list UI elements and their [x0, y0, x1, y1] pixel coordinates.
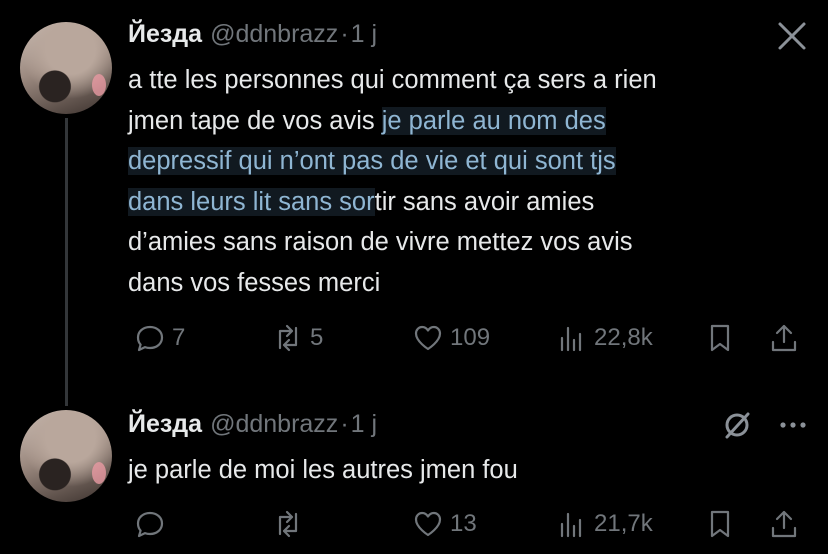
author-handle[interactable]: @ddnbrazz: [210, 20, 338, 49]
tweet-text: a tte les personnes qui comment ça sers …: [128, 60, 778, 303]
repost-icon: [278, 510, 298, 538]
tweet-text-line: jmen tape de vos avis je parle au nom de…: [128, 101, 778, 142]
tweet-time[interactable]: 1 j: [351, 410, 377, 439]
x-close-icon[interactable]: [774, 18, 810, 59]
bookmark-button[interactable]: [704, 508, 736, 540]
author-name[interactable]: Йезда: [128, 410, 202, 439]
tweet-text-line: je parle de moi les autres jmen fou: [128, 456, 518, 484]
repost-button[interactable]: 5: [272, 322, 323, 354]
views-count: 22,8k: [594, 324, 653, 351]
views-button[interactable]: 22,8k: [556, 322, 653, 354]
views-count: 21,7k: [594, 510, 653, 537]
share-button[interactable]: [768, 508, 800, 540]
bookmark-icon: [710, 510, 730, 538]
thread-line: [65, 118, 68, 406]
tweet-text-line: a tte les personnes qui comment ça sers …: [128, 66, 657, 94]
tweet-header: Йезда @ddnbrazz · 1 j: [128, 410, 377, 439]
author-handle[interactable]: @ddnbrazz: [210, 410, 338, 439]
reply-button[interactable]: [134, 508, 172, 540]
views-icon: [560, 326, 582, 352]
views-button[interactable]: 21,7k: [556, 508, 653, 540]
heart-icon: [414, 511, 442, 537]
highlighted-text: dans leurs lit sans sor: [128, 187, 375, 216]
highlighted-text: depressif qui n’ont pas de vie et qui so…: [128, 147, 616, 175]
bookmark-icon: [710, 324, 730, 352]
reply-button[interactable]: 7: [134, 322, 185, 354]
heart-icon: [414, 325, 442, 351]
views-icon: [560, 512, 582, 538]
tweet-text-line: d’amies sans raison de vivre mettez vos …: [128, 228, 633, 256]
highlighted-text: je parle au nom des: [381, 106, 606, 135]
like-count: 13: [450, 510, 477, 537]
share-button[interactable]: [768, 322, 800, 354]
like-button[interactable]: 13: [412, 508, 477, 540]
avatar[interactable]: [20, 22, 112, 114]
reply-icon: [136, 511, 164, 538]
tweet-text-line: depressif qui n’ont pas de vie et qui so…: [128, 141, 778, 182]
tweet-text-line: dans leurs lit sans sortir sans avoir am…: [128, 182, 778, 223]
tweet-actions: 13 21,7k: [128, 508, 808, 548]
text-segment: jmen tape de vos avis: [128, 106, 382, 135]
repost-button[interactable]: [272, 508, 310, 540]
tweet-text-line: dans vos fesses merci: [128, 268, 381, 297]
tweet-time[interactable]: 1 j: [351, 20, 377, 49]
separator-dot: ·: [340, 410, 349, 438]
repost-icon: [278, 324, 298, 352]
like-count: 109: [450, 324, 491, 351]
tweet-actions: 7 5 109 22,8k: [128, 322, 808, 362]
avatar[interactable]: [20, 410, 112, 502]
share-icon: [771, 324, 797, 352]
reply-count: 7: [172, 324, 186, 351]
share-icon: [771, 510, 797, 538]
author-name[interactable]: Йезда: [128, 20, 202, 49]
reply-icon: [136, 325, 164, 352]
text-segment: tir sans avoir amies: [374, 187, 595, 216]
repost-count: 5: [310, 324, 324, 351]
tweet-text: je parle de moi les autres jmen fou: [128, 450, 778, 491]
tweet-header: Йезда @ddnbrazz · 1 j: [128, 20, 377, 49]
like-button[interactable]: 109: [412, 322, 490, 354]
separator-dot: ·: [340, 20, 349, 48]
mute-icon[interactable]: [720, 408, 754, 447]
more-icon[interactable]: [776, 412, 810, 443]
bookmark-button[interactable]: [704, 322, 736, 354]
